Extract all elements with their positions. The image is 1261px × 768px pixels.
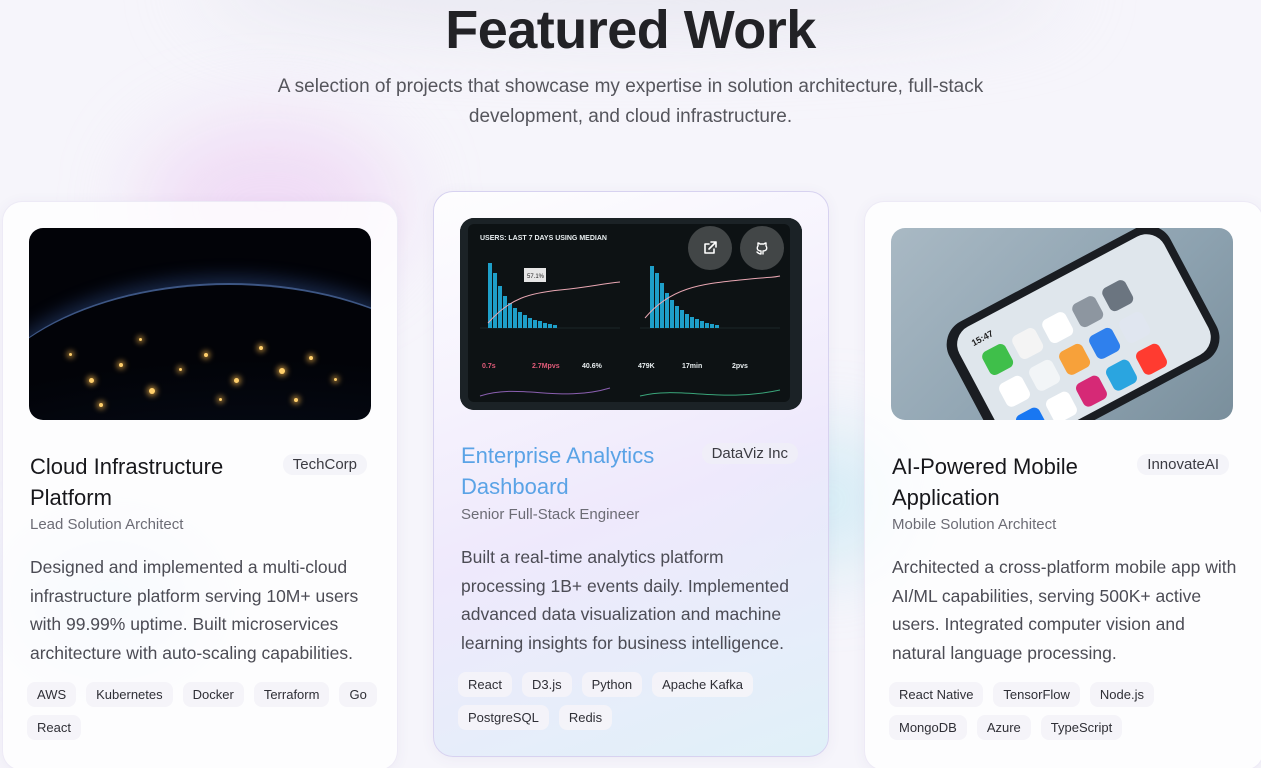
tech-tag: AWS [27, 682, 77, 707]
tech-tag: Docker [182, 682, 244, 707]
project-image-earth [29, 228, 371, 420]
tech-tag: TensorFlow [993, 682, 1080, 707]
project-title[interactable]: Enterprise Analytics Dashboard [461, 440, 696, 502]
tech-tag: D3.js [521, 672, 572, 697]
external-link-button[interactable] [688, 226, 732, 270]
tech-tags: React D3.js Python Apache Kafka PostgreS… [458, 672, 808, 730]
screen-metric: 479K [638, 363, 655, 370]
screen-metric: 40.6% [582, 363, 603, 370]
tech-tag: PostgreSQL [458, 705, 549, 730]
chart-callout: 57.1% [527, 274, 545, 280]
external-link-icon [704, 241, 717, 254]
project-description: Built a real-time analytics platform pro… [461, 547, 789, 653]
project-title[interactable]: Cloud Infrastructure Platform [30, 451, 265, 513]
company-badge: DataViz Inc [701, 443, 798, 464]
company-badge: TechCorp [282, 454, 367, 475]
github-icon [756, 242, 768, 255]
github-button[interactable] [740, 226, 784, 270]
project-card-ai-mobile[interactable]: 15:47 AI-Powered Mobile Application Inno… [864, 201, 1261, 768]
project-description: Architected a cross-platform mobile app … [892, 557, 1237, 663]
project-role: Mobile Solution Architect [892, 516, 1057, 533]
tech-tag: Azure [976, 715, 1031, 740]
tech-tag: Kubernetes [86, 682, 173, 707]
tech-tag: Terraform [253, 682, 330, 707]
company-badge: InnovateAI [1137, 454, 1229, 475]
tech-tag: React [458, 672, 512, 697]
screen-metric: 2.7Mpvs [532, 363, 560, 370]
tech-tags: React Native TensorFlow Node.js MongoDB … [889, 682, 1239, 740]
screen-title: USERS: LAST 7 DAYS USING MEDIAN [480, 235, 607, 242]
project-role: Senior Full-Stack Engineer [461, 506, 640, 523]
screen-metric: 0.7s [482, 363, 496, 370]
project-image-phone: 15:47 [891, 228, 1233, 420]
tech-tag: React [27, 715, 81, 740]
screen-metric: 2pvs [732, 363, 748, 370]
screen-metric: 17min [682, 363, 702, 370]
section-subtitle: A selection of projects that showcase my… [277, 76, 984, 127]
tech-tag: React Native [889, 682, 984, 707]
tech-tag: MongoDB [889, 715, 967, 740]
project-role: Lead Solution Architect [30, 516, 184, 533]
tech-tag: Redis [558, 705, 613, 730]
tech-tag: Apache Kafka [652, 672, 754, 697]
tech-tag: Python [581, 672, 643, 697]
project-description: Designed and implemented a multi-cloud i… [30, 557, 359, 663]
project-card-cloud-infrastructure[interactable]: Cloud Infrastructure Platform TechCorp L… [2, 201, 398, 768]
project-title[interactable]: AI-Powered Mobile Application [892, 451, 1127, 513]
project-card-enterprise-analytics[interactable]: USERS: LAST 7 DAYS USING MEDIAN 57.1% 0.… [433, 191, 829, 757]
tech-tag: Go [339, 682, 377, 707]
section-title: Featured Work [445, 0, 816, 60]
tech-tag: Node.js [1089, 682, 1154, 707]
project-image-dashboard: USERS: LAST 7 DAYS USING MEDIAN 57.1% 0.… [460, 218, 802, 410]
tech-tag: TypeScript [1040, 715, 1123, 740]
tech-tags: AWS Kubernetes Docker Terraform Go React [27, 682, 377, 740]
